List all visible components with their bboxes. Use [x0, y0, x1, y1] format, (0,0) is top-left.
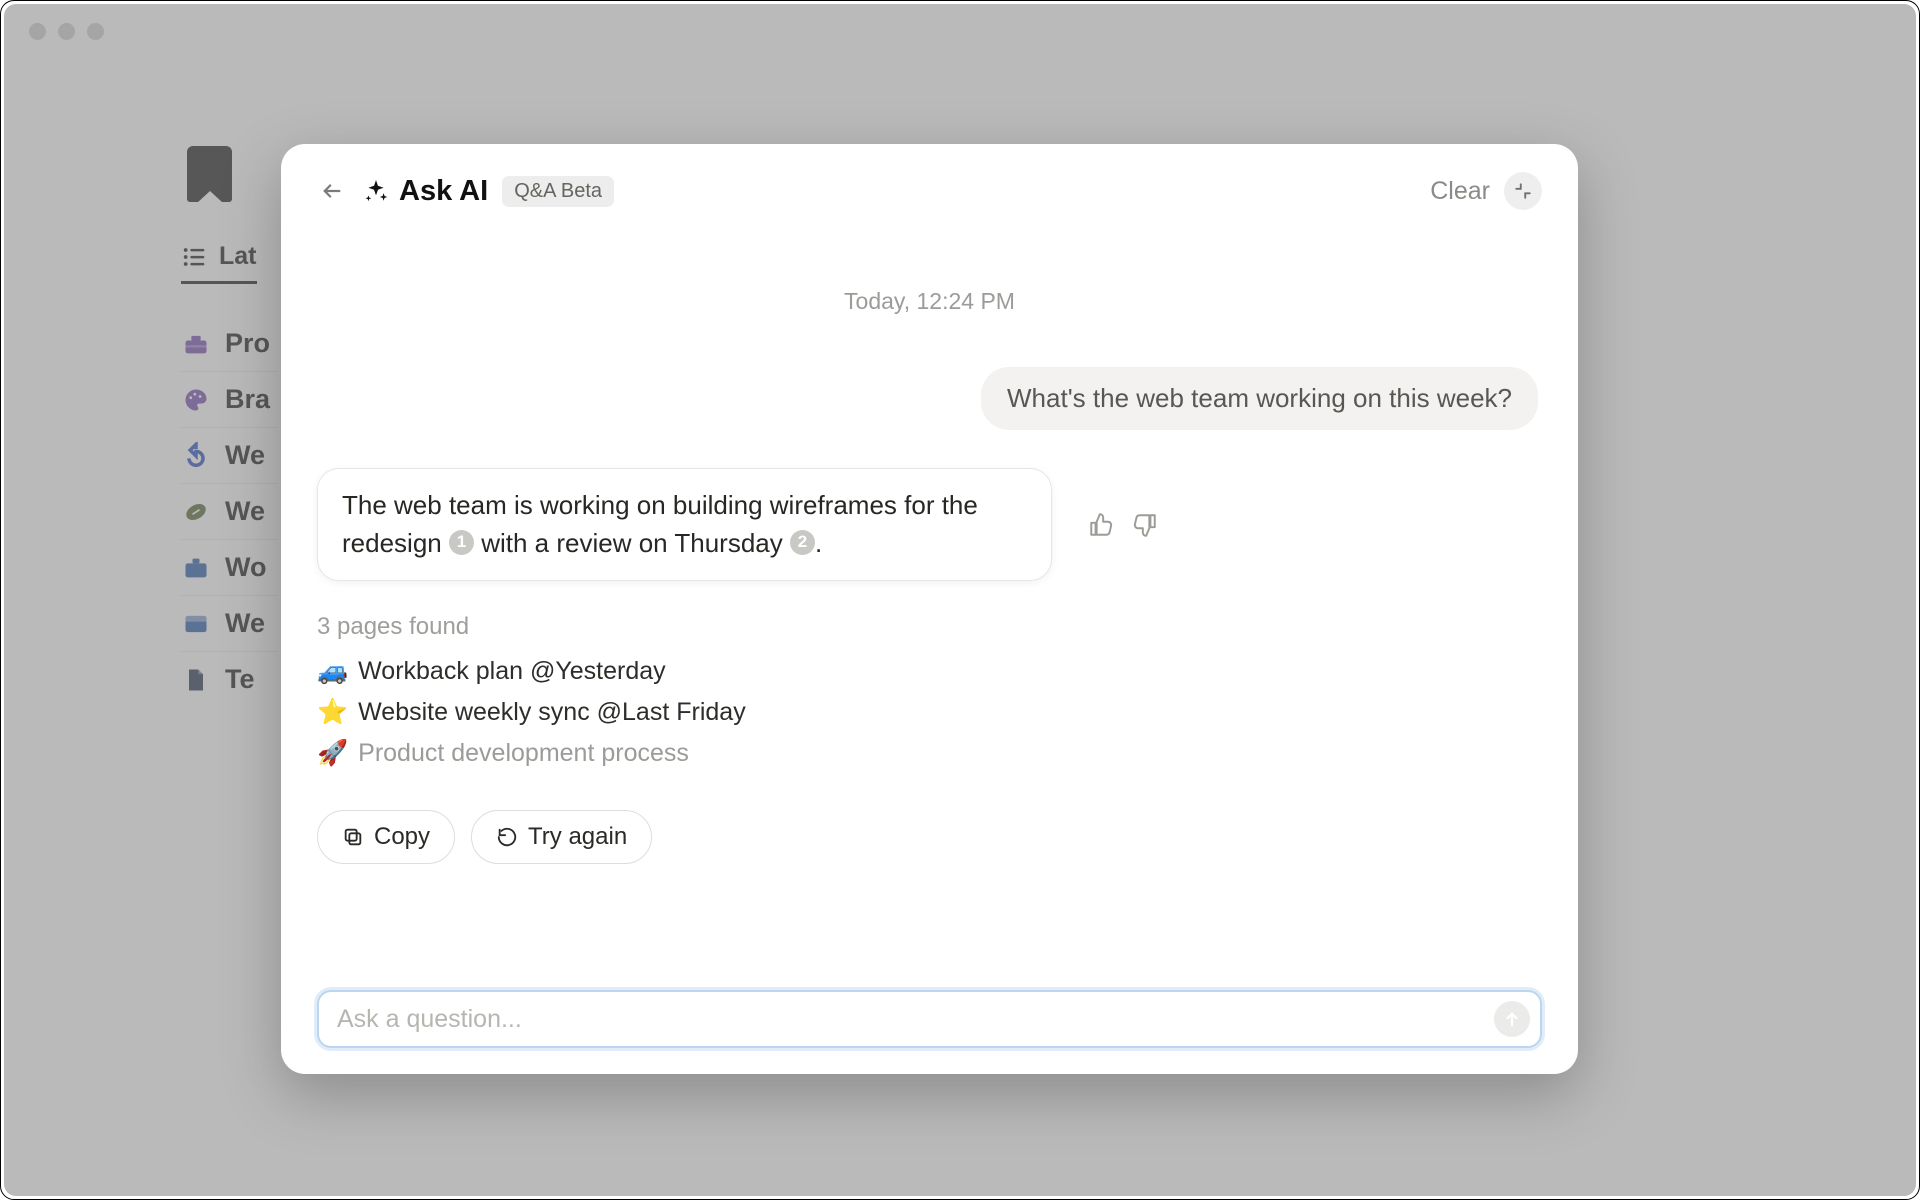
feedback-buttons	[1084, 508, 1162, 542]
ask-input-container	[317, 990, 1542, 1048]
collapse-icon	[1514, 182, 1532, 200]
try-again-label: Try again	[528, 823, 627, 851]
action-row: Copy Try again	[317, 810, 1542, 864]
ai-text-segment: .	[815, 528, 822, 558]
pages-found-label: 3 pages found	[317, 613, 1542, 641]
source-item[interactable]: 🚀 Product development process	[317, 733, 1542, 774]
clear-button[interactable]: Clear	[1430, 177, 1490, 206]
source-item[interactable]: 🚙 Workback plan @Yesterday	[317, 651, 1542, 692]
send-button[interactable]	[1494, 1001, 1530, 1037]
source-text: Product development process	[358, 739, 689, 768]
citation-chip-2[interactable]: 2	[790, 530, 815, 555]
ask-input[interactable]	[317, 990, 1542, 1048]
modal-header: Ask AI Q&A Beta Clear	[317, 172, 1542, 210]
source-emoji-star-icon: ⭐	[317, 698, 348, 727]
source-text: Workback plan @Yesterday	[358, 657, 665, 686]
ai-response-row: The web team is working on building wire…	[317, 468, 1542, 581]
ai-text-segment: with a review on Thursday	[474, 528, 790, 558]
source-list: 🚙 Workback plan @Yesterday ⭐ Website wee…	[317, 651, 1542, 774]
copy-button[interactable]: Copy	[317, 810, 455, 864]
copy-label: Copy	[374, 823, 430, 851]
app-window: Lat Pro Bra We	[0, 0, 1920, 1200]
ask-ai-modal: Ask AI Q&A Beta Clear Today, 12:24 PM Wh…	[281, 144, 1578, 1074]
beta-badge: Q&A Beta	[502, 176, 614, 207]
source-text: Website weekly sync @Last Friday	[358, 698, 746, 727]
try-again-button[interactable]: Try again	[471, 810, 652, 864]
ai-message-bubble: The web team is working on building wire…	[317, 468, 1052, 581]
sparkle-icon	[363, 178, 389, 204]
arrow-up-icon	[1503, 1010, 1521, 1028]
conversation-timestamp: Today, 12:24 PM	[317, 288, 1542, 315]
source-emoji-car-icon: 🚙	[317, 657, 348, 686]
copy-icon	[342, 826, 364, 848]
modal-title: Ask AI	[399, 175, 488, 208]
user-message-bubble: What's the web team working on this week…	[981, 367, 1538, 430]
collapse-button[interactable]	[1504, 172, 1542, 210]
back-arrow-icon[interactable]	[317, 176, 347, 206]
retry-icon	[496, 826, 518, 848]
citation-chip-1[interactable]: 1	[449, 530, 474, 555]
thumbs-down-icon[interactable]	[1128, 508, 1162, 542]
thumbs-up-icon[interactable]	[1084, 508, 1118, 542]
source-item[interactable]: ⭐ Website weekly sync @Last Friday	[317, 692, 1542, 733]
source-emoji-rocket-icon: 🚀	[317, 739, 348, 768]
